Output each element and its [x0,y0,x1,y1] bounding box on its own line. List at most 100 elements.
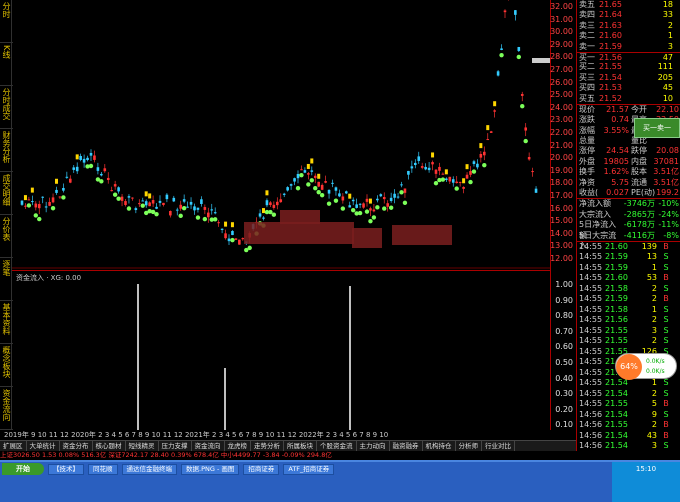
tick-row[interactable]: 14:55 21.54 1 S [577,378,680,389]
tick-row[interactable]: 14:55 21.60 139 B [577,242,680,253]
signal-dot [154,211,159,217]
ad-card[interactable]: 买一卖一 [634,118,680,138]
tick-side: B [663,399,669,409]
candle-body [41,196,44,198]
tick-row[interactable]: 14:56 21.54 9 S [577,410,680,421]
signal-dot [61,195,66,200]
tick-row[interactable]: 14:55 21.59 1 S [577,263,680,274]
flow-block: 净流入额 -3746万 -10% 大宗流入 -2865万 -24% 5日净流入额 -6178万… [577,198,680,250]
orderbook-row[interactable]: 买二 21.55 111 [577,62,680,72]
orderbook-row[interactable]: 卖一 21.59 3 [577,42,680,52]
candle-body [420,166,424,168]
tick-row[interactable]: 14:55 21.58 2 S [577,284,680,295]
price-tick-label: 25.00 [550,90,573,100]
tick-row[interactable]: 14:55 21.54 2 S [577,389,680,400]
orderbook-row[interactable]: 买一 21.56 47 [577,51,680,62]
start-button[interactable]: 开始 [2,463,44,475]
orderbook-label: 买三 [579,72,595,82]
taskbar-window-button[interactable]: 通达信金融终端 [121,463,177,475]
bottom-tab[interactable]: 主力动向 [357,441,390,451]
candle-body [113,184,117,187]
candle-body [465,174,469,179]
orderbook-row[interactable]: 卖三 21.63 2 [577,21,680,31]
orderbook-row[interactable]: 卖五 21.65 18 [577,0,680,10]
orderbook-row[interactable]: 买三 21.54 205 [577,73,680,83]
candle-body [31,201,34,203]
flow-amount: -4116万 [623,230,655,240]
tick-volume: 2 [651,283,657,293]
candle-body [455,181,458,184]
bottom-tab[interactable]: 机构持仓 [423,441,456,451]
tick-row[interactable]: 14:55 21.59 2 B [577,294,680,305]
signal-dot [402,200,408,206]
flow-percent: -10% [658,199,679,209]
taskbar-window-button[interactable]: 同花顺 [88,463,118,475]
flow-row: 5日大宗流入 -4116万 -8% [577,230,680,250]
candle-body [169,210,172,216]
tick-volume: 3 [651,325,657,335]
stat-row: 现价 21.57 今开 22.10 [577,105,680,115]
network-speed-bubble[interactable]: 64% 0.0K/s 0.0K/s [615,353,677,380]
bottom-tab[interactable]: 资金分布 [60,441,93,451]
candle-body [410,166,414,169]
bottom-tab[interactable]: 扩展区 [0,441,27,451]
tick-volume: 2 [651,294,657,304]
bottom-tab[interactable]: 大单统计 [27,441,60,451]
tick-row[interactable]: 14:55 21.55 5 B [577,399,680,410]
candle-body [124,201,127,205]
bottom-tab[interactable]: 压力支撑 [159,441,192,451]
orderbook-label: 买五 [579,93,595,103]
chart-separator [12,270,550,271]
bottom-tab[interactable]: 个股资金流 [317,441,357,451]
taskbar-window-button[interactable]: 【技术】 [48,463,84,475]
candle-body [458,181,462,183]
tick-row[interactable]: 14:55 21.58 1 S [577,305,680,316]
flow-amount: -2865万 [623,209,655,219]
signal-mark [55,178,58,184]
candle-body [517,47,521,51]
tick-row[interactable]: 14:56 21.55 2 B [577,420,680,431]
bottom-tab[interactable]: 龙虎榜 [225,441,251,451]
orderbook-row[interactable]: 卖二 21.60 1 [577,31,680,41]
bottom-tab[interactable]: 行业对比 [482,441,515,451]
bottom-tabs[interactable]: 扩展区 大单统计 资金分布 核心题材 短线精灵 压力支撑 资金流向 龙虎榜 走势分析 所属板块 个股… [0,440,576,451]
tick-row[interactable]: 14:55 21.59 13 S [577,252,680,263]
stat-value: 0.74 [611,115,629,125]
tick-row[interactable]: 14:55 21.60 53 B [577,273,680,284]
tick-row[interactable]: 14:56 21.54 43 B [577,431,680,442]
bottom-tab[interactable]: 资金流向 [192,441,225,451]
orderbook-row[interactable]: 买五 21.52 10 [577,94,680,104]
system-tray[interactable]: 15:10 [612,462,680,502]
candle-body [293,178,296,182]
candle-body [220,228,224,230]
candle-body [534,188,538,193]
bottom-tab[interactable]: 短线精灵 [126,441,159,451]
bottom-tab[interactable]: 分析师 [456,441,482,451]
indicator-chart[interactable] [12,272,550,442]
bottom-tab[interactable]: 走势分析 [251,441,284,451]
signal-dot [375,205,380,210]
taskbar-window-button[interactable]: ATF_招商证券 [283,463,335,475]
candle-body [520,93,524,96]
tick-row[interactable]: 14:55 21.55 3 S [577,326,680,337]
price-tick-label: 14.00 [550,228,573,238]
candle-body [476,163,479,168]
taskbar-window-button[interactable]: 招商证券 [243,463,280,475]
tick-row[interactable]: 14:55 21.55 2 S [577,336,680,347]
tick-time: 14:55 [579,325,603,335]
tick-price: 21.56 [605,315,628,325]
signal-mark [75,154,79,160]
bottom-tab[interactable]: 所属板块 [284,441,317,451]
orderbook-row[interactable]: 卖四 21.64 33 [577,10,680,20]
orderbook-row[interactable]: 买四 21.53 45 [577,83,680,93]
taskbar-window-button[interactable]: 数据.PNG - 画图 [181,463,240,475]
signal-dot [371,215,377,220]
tick-price: 21.55 [605,420,628,430]
orderbook-label: 卖五 [579,0,595,9]
bottom-tab[interactable]: 核心题材 [93,441,126,451]
signal-dot [26,203,32,208]
tick-row[interactable]: 14:55 21.56 2 S [577,315,680,326]
kline-main-chart[interactable] [12,0,550,270]
tick-volume: 2 [651,315,657,325]
bottom-tab[interactable]: 融资融券 [390,441,423,451]
